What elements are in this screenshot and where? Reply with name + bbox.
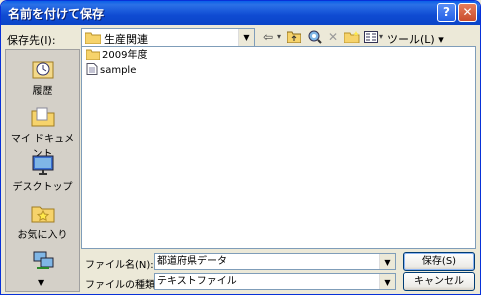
save-as-dialog: 名前を付けて保存 ? ✕ 保存先(I): 生産関連 ▼ ⇦ ▾ ✕ ▾ ツール(… bbox=[0, 0, 481, 295]
chevron-down-icon[interactable]: ▼ bbox=[379, 274, 395, 289]
save-button[interactable]: 保存(S) bbox=[403, 252, 475, 271]
dialog-title: 名前を付けて保存 bbox=[8, 7, 105, 21]
new-folder-icon[interactable] bbox=[344, 31, 360, 43]
search-web-icon[interactable] bbox=[308, 30, 322, 44]
filetype-select[interactable]: テキストファイル ▼ bbox=[154, 273, 396, 290]
place-label: お気に入り bbox=[17, 230, 68, 241]
history-icon bbox=[32, 61, 53, 79]
file-list[interactable]: 2009年度 sample bbox=[81, 46, 476, 249]
places-bar: 履歴 マイ ドキュメント デスクトップ お気に入り ▼ bbox=[5, 49, 80, 292]
list-item[interactable]: 2009年度 bbox=[85, 49, 148, 63]
place-network[interactable] bbox=[6, 250, 79, 274]
tools-menu[interactable]: ツール(L) ▾ bbox=[387, 31, 444, 47]
place-my-documents[interactable]: マイ ドキュメント bbox=[6, 106, 79, 160]
filename-input[interactable]: 都道府県データ ▼ bbox=[154, 253, 396, 270]
delete-icon[interactable]: ✕ bbox=[328, 29, 338, 45]
place-history[interactable]: 履歴 bbox=[6, 58, 79, 97]
place-label: デスクトップ bbox=[12, 182, 73, 193]
folder-icon bbox=[85, 32, 101, 44]
list-item[interactable]: sample bbox=[86, 63, 136, 77]
filename-value: 都道府県データ bbox=[157, 256, 227, 267]
folder-icon bbox=[85, 49, 101, 61]
network-icon bbox=[33, 251, 53, 269]
list-item-name: sample bbox=[100, 65, 137, 76]
place-favorites[interactable]: お気に入り bbox=[6, 202, 79, 241]
chevron-down-icon[interactable]: ▼ bbox=[379, 254, 395, 269]
title-bar[interactable]: 名前を付けて保存 ? ✕ bbox=[1, 1, 480, 25]
favorites-icon bbox=[31, 206, 54, 223]
filetype-value: テキストファイル bbox=[157, 276, 237, 287]
filename-label: ファイル名(N): bbox=[85, 260, 154, 271]
save-in-combo[interactable]: 生産関連 ▼ bbox=[81, 28, 255, 47]
my-documents-icon bbox=[31, 107, 54, 127]
chevron-down-icon[interactable]: ▼ bbox=[238, 29, 254, 46]
place-desktop[interactable]: デスクトップ bbox=[6, 154, 79, 193]
desktop-icon bbox=[32, 155, 53, 175]
cancel-button[interactable]: キャンセル bbox=[403, 272, 475, 291]
text-file-icon bbox=[86, 63, 98, 75]
close-button[interactable]: ✕ bbox=[458, 3, 477, 22]
save-in-value: 生産関連 bbox=[104, 33, 148, 46]
back-dropdown-icon[interactable]: ▾ bbox=[277, 29, 281, 45]
up-folder-icon[interactable] bbox=[287, 31, 301, 43]
view-menu-icon[interactable] bbox=[364, 31, 378, 43]
places-scroll-down-icon[interactable]: ▼ bbox=[38, 278, 44, 287]
save-in-label: 保存先(I): bbox=[7, 34, 56, 47]
back-icon[interactable]: ⇦ bbox=[263, 29, 273, 45]
help-button[interactable]: ? bbox=[437, 3, 456, 22]
view-dropdown-icon[interactable]: ▾ bbox=[379, 29, 383, 45]
place-label: 履歴 bbox=[32, 86, 53, 97]
list-item-name: 2009年度 bbox=[102, 50, 148, 61]
